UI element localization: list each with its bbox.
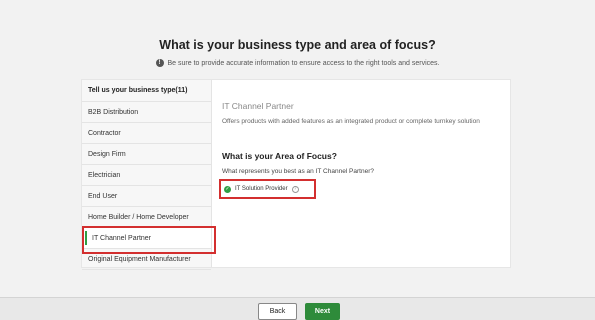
focus-question: What represents you best as an IT Channe…	[222, 168, 374, 175]
back-button[interactable]: Back	[258, 303, 297, 320]
next-button[interactable]: Next	[305, 303, 340, 320]
sidebar-item-oem[interactable]: Original Equipment Manufacturer	[82, 249, 211, 270]
option-it-solution-provider[interactable]: ✓ IT Solution Provider ?	[222, 181, 305, 197]
sidebar-item-it-channel-partner[interactable]: IT Channel Partner	[82, 228, 211, 249]
business-type-sidebar: Tell us your business type(11) B2B Distr…	[82, 80, 212, 270]
sidebar-item-label: Original Equipment Manufacturer	[88, 255, 191, 263]
sidebar-item-design-firm[interactable]: Design Firm	[82, 144, 211, 165]
sidebar-item-home-builder[interactable]: Home Builder / Home Developer	[82, 207, 211, 228]
sidebar-item-end-user[interactable]: End User	[82, 186, 211, 207]
page-subtitle: ! Be sure to provide accurate informatio…	[0, 59, 595, 67]
details-title: IT Channel Partner	[222, 101, 294, 111]
page-title: What is your business type and area of f…	[159, 38, 436, 52]
sidebar-item-label: Electrician	[88, 171, 121, 179]
info-icon: !	[155, 59, 164, 67]
business-type-panel: Tell us your business type(11) B2B Distr…	[81, 79, 511, 270]
sidebar-item-label: B2B Distribution	[88, 108, 139, 116]
sidebar-header: Tell us your business type(11)	[82, 80, 211, 102]
check-icon: ✓	[224, 185, 231, 193]
business-type-details: IT Channel Partner Offers products with …	[222, 80, 500, 267]
sidebar-item-label: Design Firm	[88, 150, 126, 158]
sidebar-item-label: Home Builder / Home Developer	[88, 213, 189, 221]
details-description: Offers products with added features as a…	[222, 118, 480, 125]
sidebar-item-label: IT Channel Partner	[92, 234, 152, 242]
sidebar-item-label: Contractor	[88, 129, 121, 137]
footer-bar	[0, 297, 595, 320]
sidebar-item-label: End User	[88, 192, 118, 200]
help-icon[interactable]: ?	[291, 185, 299, 193]
sidebar-item-b2b-distribution[interactable]: B2B Distribution	[82, 102, 211, 123]
focus-heading: What is your Area of Focus?	[222, 151, 337, 161]
sidebar-item-contractor[interactable]: Contractor	[82, 123, 211, 144]
sidebar-item-electrician[interactable]: Electrician	[82, 165, 211, 186]
subtitle-text: Be sure to provide accurate information …	[167, 59, 440, 67]
option-label: IT Solution Provider	[235, 186, 288, 192]
